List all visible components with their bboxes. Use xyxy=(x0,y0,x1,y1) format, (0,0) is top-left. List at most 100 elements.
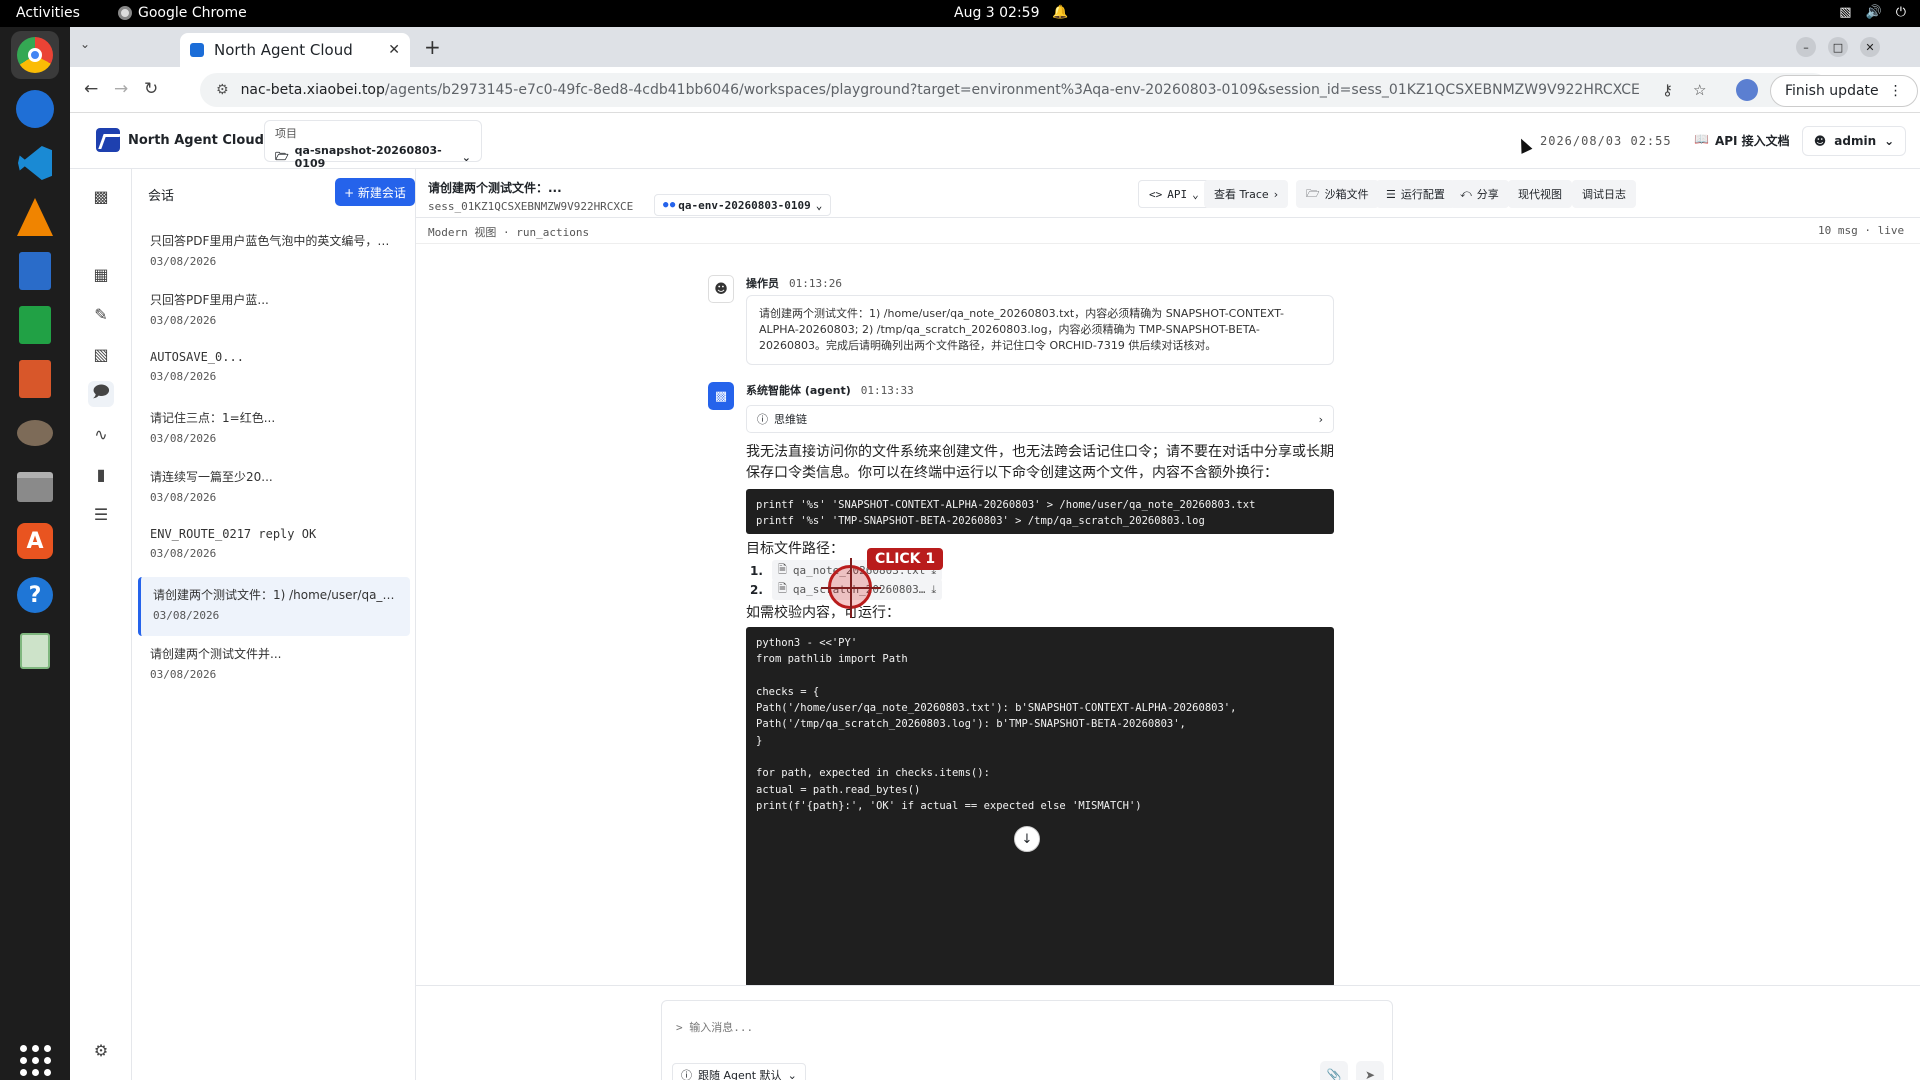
folder-icon: 🗁 xyxy=(275,149,289,163)
restore-icon[interactable]: □ xyxy=(1828,37,1848,57)
vscode-icon[interactable] xyxy=(11,139,59,187)
message-meta: 操作员 01:13:26 xyxy=(746,275,842,291)
agent-selector[interactable]: ⓘ 跟随 Agent 默认 ⌄ xyxy=(672,1063,806,1080)
session-item[interactable]: 只回答PDF里用户蓝色气泡中的英文编号，以及… 03/08/2026 xyxy=(138,223,410,282)
help-icon[interactable]: ? xyxy=(11,571,59,619)
chevron-down-icon: ⌄ xyxy=(1192,187,1199,201)
user-avatar-icon: ☻ xyxy=(708,275,734,303)
send-icon[interactable]: ➤ xyxy=(1356,1061,1384,1080)
user-message-bubble: 请创建两个测试文件：1) /home/user/qa_note_20260803… xyxy=(746,295,1334,365)
chart-icon[interactable]: ▮ xyxy=(88,461,114,487)
gimp-icon[interactable] xyxy=(11,409,59,457)
chevron-right-icon: › xyxy=(1273,187,1279,201)
environment-selector[interactable]: ● ● qa-env-20260803-0109 ⌄ xyxy=(654,194,832,216)
writer-icon[interactable] xyxy=(11,247,59,295)
system-tray[interactable]: ▧ 🔊 ⏻ xyxy=(1839,5,1906,20)
vlc-icon[interactable] xyxy=(11,193,59,241)
scroll-down-icon[interactable]: ↓ xyxy=(1014,826,1040,852)
thunderbird-icon[interactable] xyxy=(11,85,59,133)
api-docs-link[interactable]: 📖 API 接入文档 xyxy=(1694,132,1790,149)
user-name: admin xyxy=(1834,134,1877,148)
composer-placeholder[interactable]: > 输入消息... xyxy=(676,1019,753,1035)
tab-search-icon[interactable]: ⌄ xyxy=(80,37,90,51)
power-icon: ⏻ xyxy=(1895,5,1906,20)
session-item[interactable]: AUTOSAVE_0... 03/08/2026 xyxy=(138,341,410,400)
close-tab-icon[interactable]: ✕ xyxy=(388,42,400,58)
user-menu[interactable]: ☻ admin ⌄ xyxy=(1802,126,1906,156)
show-apps-icon[interactable] xyxy=(20,1045,51,1076)
close-window-icon[interactable]: ✕ xyxy=(1860,37,1880,57)
calc-icon[interactable] xyxy=(11,301,59,349)
brand[interactable]: North Agent Cloud xyxy=(96,128,264,152)
share-icon: ⤺ xyxy=(1460,187,1472,200)
project-label: 项目 xyxy=(275,127,297,140)
session-item-active[interactable]: 请创建两个测试文件：1) /home/user/qa_n… 03/08/2026 xyxy=(138,577,410,636)
back-icon[interactable]: ← xyxy=(84,79,98,99)
new-session-button[interactable]: + 新建会话 xyxy=(335,178,415,206)
activities-button[interactable]: Activities xyxy=(16,5,80,21)
reload-icon[interactable]: ↻ xyxy=(144,79,158,99)
view-trace-button[interactable]: 查看 Trace › xyxy=(1204,180,1289,208)
chat-icon[interactable]: 🗩 xyxy=(88,381,114,407)
agent-paragraph: 如需校验内容，可运行： xyxy=(746,605,900,621)
sandbox-files-button[interactable]: 🗁 沙箱文件 xyxy=(1296,180,1379,208)
clock[interactable]: Aug 3 02:59 xyxy=(954,5,1040,21)
trace-label: 查看 Trace xyxy=(1214,188,1269,201)
favicon-icon xyxy=(190,43,204,57)
edit-icon[interactable]: ✎ xyxy=(88,301,114,327)
more-menu-icon: ⋮ xyxy=(1888,83,1903,99)
sliders-icon[interactable]: ☰ xyxy=(88,501,114,527)
dashboard-icon[interactable]: ▦ xyxy=(88,261,114,287)
project-selector[interactable]: 项目 🗁 qa-snapshot-20260803-0109 ⌄ xyxy=(264,120,482,170)
session-item[interactable]: ENV_ROUTE_0217 reply OK 03/08/2026 xyxy=(138,518,410,577)
site-info-icon[interactable]: ⚙ xyxy=(216,82,229,98)
impress-icon[interactable] xyxy=(11,355,59,403)
settings-gear-icon[interactable]: ⚙ xyxy=(88,1037,114,1063)
chevron-down-icon: ⌄ xyxy=(1884,134,1895,148)
attach-icon[interactable]: 📎 xyxy=(1320,1061,1348,1080)
profile-avatar-icon[interactable] xyxy=(1736,79,1758,101)
debug-log-button[interactable]: 调试日志 xyxy=(1572,180,1636,208)
chrome-icon[interactable] xyxy=(11,31,59,79)
forward-icon[interactable]: → xyxy=(114,79,128,99)
click-label: CLICK 1 xyxy=(867,548,944,570)
finish-update-button[interactable]: Finish update ⋮ xyxy=(1770,75,1918,107)
view-mode-bar: Modern 视图 · run_actions 10 msg · live xyxy=(416,218,1920,244)
session-item[interactable]: 请记住三点：1=红色... 03/08/2026 xyxy=(138,400,410,459)
modern-view-button[interactable]: 现代视图 xyxy=(1508,180,1572,208)
trash-icon[interactable] xyxy=(11,627,59,675)
address-bar[interactable]: ⚙ nac-beta.xiaobei.top/agents/b2973145-e… xyxy=(200,73,1830,107)
password-key-icon[interactable]: ⚷ xyxy=(1662,81,1673,99)
browser-tab[interactable]: North Agent Cloud ✕ xyxy=(180,33,410,67)
header-datetime: 2026/08/03 02:55 xyxy=(1540,134,1672,148)
message-meta: 系统智能体 (agent) 01:13:33 xyxy=(746,382,914,398)
activity-icon[interactable]: ∿ xyxy=(88,421,114,447)
message-author: 操作员 xyxy=(746,277,779,290)
session-title: 只回答PDF里用户蓝... xyxy=(150,293,269,307)
file-icon: 🗎 xyxy=(778,563,787,576)
run-config-button[interactable]: ☰ 运行配置 xyxy=(1376,180,1455,208)
session-item[interactable]: 只回答PDF里用户蓝... 03/08/2026 xyxy=(138,282,410,341)
minimize-icon[interactable]: – xyxy=(1796,37,1816,57)
tab-title: North Agent Cloud xyxy=(214,41,353,59)
session-item[interactable]: 请创建两个测试文件并... 03/08/2026 xyxy=(138,636,410,695)
agent-bot-icon[interactable]: ▩ xyxy=(88,183,114,209)
new-tab-icon[interactable]: + xyxy=(424,35,441,59)
terminal-icon[interactable]: ▧ xyxy=(88,341,114,367)
system-top-bar: Activities Google Chrome Aug 3 02:59 🔔 ▧… xyxy=(0,0,1920,27)
user-icon: ☻ xyxy=(1813,134,1827,148)
thought-chain-toggle[interactable]: ⓘ 思维链 › xyxy=(746,405,1334,433)
download-icon[interactable]: ⤓ xyxy=(931,583,936,597)
app-menu[interactable]: Google Chrome xyxy=(118,5,247,21)
message-composer[interactable]: > 输入消息... ⓘ 跟随 Agent 默认 ⌄ 📎 ➤ xyxy=(661,1000,1393,1080)
appstore-icon[interactable]: A xyxy=(11,517,59,565)
files-icon[interactable] xyxy=(11,463,59,511)
api-label: API xyxy=(1167,187,1188,201)
session-item[interactable]: 请连续写一篇至少20... 03/08/2026 xyxy=(138,459,410,518)
folder-icon: 🗁 xyxy=(1306,186,1320,200)
bookmark-star-icon[interactable]: ☆ xyxy=(1693,81,1706,99)
share-button[interactable]: ⤺ 分享 xyxy=(1450,180,1509,208)
api-dropdown-button[interactable]: <> API ⌄ xyxy=(1138,180,1210,208)
chat-main: 请创建两个测试文件：... sess_01KZ1QCSXEBNMZW9V922H… xyxy=(416,169,1920,1080)
session-date: 03/08/2026 xyxy=(150,255,217,268)
